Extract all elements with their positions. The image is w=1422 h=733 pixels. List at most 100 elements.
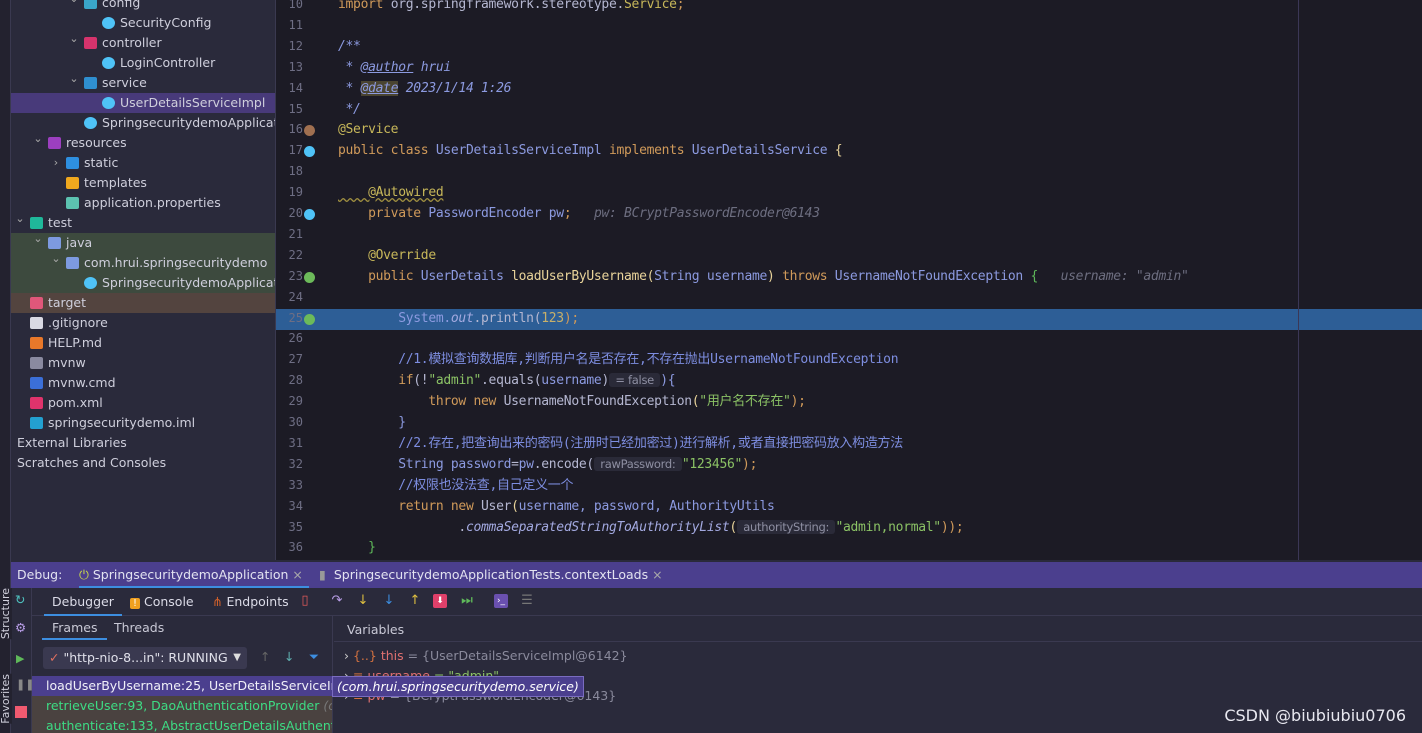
settings-gear-icon[interactable]: ⚙ bbox=[15, 620, 26, 635]
code-line[interactable]: private PasswordEncoder pw; pw: BCryptPa… bbox=[338, 203, 820, 224]
code-line[interactable]: public UserDetails loadUserByUsername(St… bbox=[338, 266, 1189, 287]
execution-point-icon[interactable] bbox=[304, 313, 315, 325]
tab-console[interactable]: ! Console bbox=[130, 588, 194, 618]
code-line[interactable]: String password=pw.encode( rawPassword: … bbox=[338, 454, 757, 475]
code-editor[interactable]: import org.springframework.stereotype.Se… bbox=[330, 0, 1422, 560]
code-line[interactable]: /** bbox=[338, 36, 361, 57]
tab-label: SpringsecuritydemoApplication bbox=[92, 567, 289, 582]
chevron-down-icon[interactable]: ⌄ bbox=[14, 209, 26, 229]
thread-select[interactable]: ✓ "http-nio-8...in": RUNNING ▼ bbox=[43, 647, 247, 669]
tree-item[interactable]: Scratches and Consoles bbox=[11, 453, 275, 473]
chevron-down-icon[interactable]: ⌄ bbox=[68, 69, 80, 89]
rerun-icon[interactable]: ↻ bbox=[15, 592, 25, 607]
stop-icon[interactable] bbox=[15, 706, 27, 718]
tree-item[interactable]: › static bbox=[11, 153, 275, 173]
tree-item[interactable]: HELP.md bbox=[11, 333, 275, 353]
step-into-icon[interactable]: ↓ bbox=[356, 594, 370, 608]
code-line[interactable]: return new User(username, password, Auth… bbox=[338, 496, 775, 517]
code-token: System. bbox=[338, 310, 451, 326]
autowired-icon[interactable] bbox=[304, 209, 315, 220]
tab-frames[interactable]: Frames bbox=[42, 618, 108, 640]
code-line[interactable]: @Override bbox=[338, 245, 436, 266]
tree-item[interactable]: ⌄ test bbox=[11, 212, 275, 233]
code-line[interactable]: .commaSeparatedStringToAuthorityList( au… bbox=[338, 517, 964, 538]
drop-frame-icon[interactable]: ⬇ bbox=[433, 594, 447, 608]
chevron-down-icon[interactable]: ⌄ bbox=[68, 29, 80, 49]
code-line[interactable]: //1.模拟查询数据库,判断用户名是否存在,不存在抛出UsernameNotFo… bbox=[338, 349, 898, 370]
tree-item[interactable]: application.properties bbox=[11, 193, 275, 213]
tab-application-tests[interactable]: ▮ SpringsecuritydemoApplicationTests.con… bbox=[319, 562, 663, 588]
bean-icon[interactable] bbox=[304, 125, 315, 137]
chevron-down-icon[interactable]: ⌄ bbox=[32, 229, 44, 249]
code-line[interactable]: } bbox=[338, 412, 406, 433]
chevron-right-icon[interactable]: › bbox=[50, 153, 62, 173]
tab-threads[interactable]: Threads bbox=[114, 618, 164, 638]
implemented-icon[interactable] bbox=[304, 146, 315, 158]
code-token: loadUserByUsername bbox=[511, 268, 647, 284]
expand-icon[interactable]: › bbox=[344, 648, 353, 663]
code-line[interactable]: * @date 2023/1/14 1:26 bbox=[338, 78, 511, 99]
tree-item[interactable]: LoginController bbox=[11, 53, 275, 73]
tab-springsecuritydemo-application[interactable]: ⏻ SpringsecuritydemoApplication × bbox=[79, 562, 309, 588]
structure-side-tab[interactable]: Structure bbox=[0, 588, 12, 640]
tree-item[interactable]: ⌄ service bbox=[11, 72, 275, 93]
tab-debugger[interactable]: Debugger bbox=[44, 588, 122, 616]
resume-icon[interactable]: ▶ bbox=[16, 652, 24, 665]
chevron-down-icon[interactable]: ⌄ bbox=[32, 129, 44, 149]
frame-row[interactable]: retrieveUser:93, DaoAuthenticationProvid… bbox=[32, 696, 332, 716]
filter-icon[interactable]: ⏷ bbox=[309, 649, 319, 665]
evaluate-expression-icon[interactable]: ›_ bbox=[494, 594, 508, 608]
tree-item[interactable]: ⌄ config bbox=[11, 0, 275, 13]
tree-item[interactable]: mvnw bbox=[11, 353, 275, 373]
tree-item[interactable]: SpringsecuritydemoApplicationTests bbox=[11, 273, 275, 293]
code-line[interactable]: } bbox=[338, 537, 376, 558]
code-line[interactable]: //权限也没法查,自己定义一个 bbox=[338, 475, 573, 496]
chevron-down-icon[interactable]: ⌄ bbox=[50, 249, 62, 269]
tree-item[interactable]: UserDetailsServiceImpl bbox=[11, 93, 275, 113]
code-line[interactable]: */ bbox=[338, 99, 361, 120]
tree-item[interactable]: pom.xml bbox=[11, 393, 275, 413]
code-line[interactable]: @Autowired bbox=[338, 182, 444, 203]
run-to-cursor-icon[interactable]: ⏭ bbox=[460, 594, 474, 608]
tree-item[interactable]: target bbox=[11, 293, 275, 313]
tree-item[interactable]: .gitignore bbox=[11, 313, 275, 333]
close-icon[interactable]: × bbox=[292, 567, 302, 582]
frame-row[interactable]: loadUserByUsername:25, UserDetailsServic… bbox=[32, 676, 332, 696]
tree-item[interactable]: External Libraries bbox=[11, 433, 275, 453]
tree-item[interactable]: ⌄ resources bbox=[11, 132, 275, 153]
step-out-icon[interactable]: ↑ bbox=[408, 594, 422, 608]
tree-item[interactable]: SecurityConfig bbox=[11, 13, 275, 33]
code-line[interactable]: import org.springframework.stereotype.Se… bbox=[338, 0, 685, 15]
arrow-down-icon[interactable]: ↓ bbox=[284, 649, 294, 664]
code-line[interactable]: //2.存在,把查询出来的密码(注册时已经加密过)进行解析,或者直接把密码放入构… bbox=[338, 433, 903, 454]
layout-icon[interactable]: ▯ bbox=[298, 594, 312, 608]
code-line[interactable]: throw new UsernameNotFoundException("用户名… bbox=[338, 391, 806, 412]
tree-item[interactable]: ⌄ controller bbox=[11, 32, 275, 53]
favorites-side-tab[interactable]: Favorites bbox=[0, 674, 12, 724]
code-line[interactable]: System.out.println(123); bbox=[338, 308, 579, 329]
tree-item-label: Scratches and Consoles bbox=[17, 455, 167, 470]
variable-row[interactable]: › {..} this = {UserDetailsServiceImpl@61… bbox=[344, 646, 628, 666]
step-over-icon[interactable]: ↷ bbox=[330, 594, 344, 608]
spring-run-icon: ⏻ bbox=[79, 567, 89, 582]
arrow-up-icon[interactable]: ↑ bbox=[260, 649, 270, 664]
code-line[interactable]: if(!"admin".equals(username) = false ){ bbox=[338, 370, 676, 391]
trace-icon[interactable]: ☰ bbox=[520, 594, 534, 608]
tree-item-label: UserDetailsServiceImpl bbox=[120, 95, 266, 110]
code-token: hrui bbox=[413, 59, 451, 75]
tree-item[interactable]: springsecuritydemo.iml bbox=[11, 413, 275, 433]
tab-endpoints[interactable]: ⋔ Endpoints bbox=[212, 588, 289, 616]
test-class-icon bbox=[84, 277, 97, 289]
close-icon[interactable]: × bbox=[652, 567, 662, 582]
tree-item[interactable]: templates bbox=[11, 173, 275, 193]
code-line[interactable]: public class UserDetailsServiceImpl impl… bbox=[338, 140, 843, 161]
chevron-down-icon[interactable]: ⌄ bbox=[68, 0, 80, 9]
override-icon[interactable] bbox=[304, 271, 315, 283]
code-line[interactable]: * @author hrui bbox=[338, 57, 452, 78]
code-line[interactable]: @Service bbox=[338, 119, 399, 140]
tree-item[interactable]: ⌄ com.hrui.springsecuritydemo bbox=[11, 252, 275, 273]
tree-item[interactable]: mvnw.cmd bbox=[11, 373, 275, 393]
force-step-into-icon[interactable]: ↓ bbox=[382, 594, 396, 608]
frame-row[interactable]: authenticate:133, AbstractUserDetailsAut… bbox=[32, 716, 332, 733]
tree-item[interactable]: SpringsecuritydemoApplication bbox=[11, 113, 275, 133]
